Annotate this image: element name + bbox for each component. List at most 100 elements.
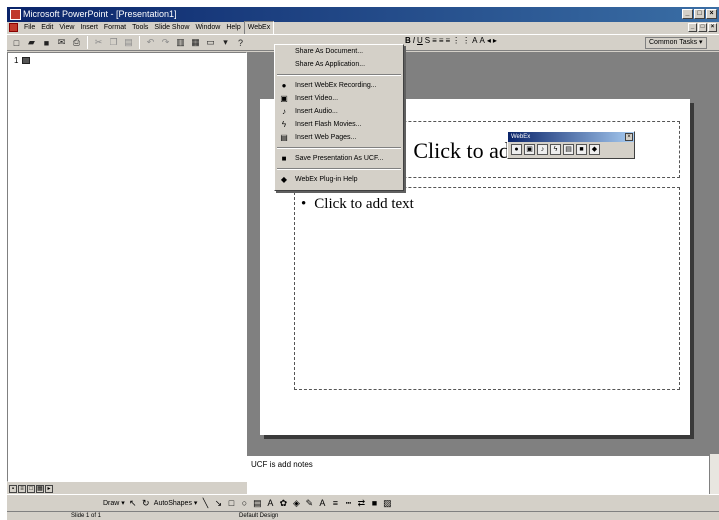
slide-icon[interactable] bbox=[22, 57, 30, 64]
outline-view-icon[interactable]: ≡ bbox=[18, 485, 26, 493]
clipart-icon[interactable]: ✿ bbox=[278, 498, 288, 508]
align-center-icon[interactable]: ≡ bbox=[439, 36, 444, 45]
webex-floating-toolbar[interactable]: WebEx × ● ▣ ♪ ϟ ▤ ■ ◆ bbox=[507, 131, 635, 159]
print-icon[interactable]: ⎙ bbox=[70, 36, 83, 49]
shadow-icon[interactable]: S bbox=[425, 36, 430, 45]
status-bar: Slide 1 of 1 Default Design bbox=[7, 511, 719, 520]
oval-icon[interactable]: ○ bbox=[239, 498, 249, 508]
dash-style-icon[interactable]: ┅ bbox=[343, 498, 353, 508]
menu-format[interactable]: Format bbox=[101, 22, 129, 34]
recording-icon: ● bbox=[281, 81, 287, 90]
paste-icon[interactable]: ▤ bbox=[122, 36, 135, 49]
save-icon[interactable]: ■ bbox=[40, 36, 53, 49]
common-tasks-button[interactable]: Common Tasks ▾ bbox=[645, 37, 707, 49]
table-icon[interactable]: ▦ bbox=[189, 36, 202, 49]
save-icon[interactable]: ■ bbox=[576, 144, 587, 155]
drawing-toolbar: Draw ▾ ↖ ↻ AutoShapes ▾ ╲ ↘ □ ○ ▤ A ✿ ◈ … bbox=[7, 494, 719, 511]
vertical-scrollbar[interactable] bbox=[709, 454, 719, 494]
webex-menu-item[interactable]: Share As Application... bbox=[275, 58, 403, 71]
open-icon[interactable]: ▰ bbox=[25, 36, 38, 49]
numbering-icon[interactable]: ⋮ bbox=[452, 36, 460, 45]
align-right-icon[interactable]: ≡ bbox=[445, 36, 450, 45]
textbox-icon[interactable]: ▤ bbox=[252, 498, 262, 508]
line-icon[interactable]: ╲ bbox=[200, 498, 210, 508]
sorter-view-icon[interactable]: ▦ bbox=[36, 485, 44, 493]
line-color-icon[interactable]: ✎ bbox=[304, 498, 314, 508]
demote-icon[interactable]: ▸ bbox=[493, 36, 497, 45]
underline-icon[interactable]: U bbox=[417, 36, 423, 45]
document-icon[interactable] bbox=[9, 23, 18, 32]
close-button[interactable]: × bbox=[706, 9, 717, 19]
chart-icon[interactable]: ▥ bbox=[174, 36, 187, 49]
notes-pane[interactable]: UCF is add notes bbox=[247, 454, 719, 494]
video-icon[interactable]: ▣ bbox=[524, 144, 535, 155]
copy-icon[interactable]: ❐ bbox=[107, 36, 120, 49]
outline-pane[interactable]: 1 bbox=[7, 52, 247, 482]
new-icon[interactable]: □ bbox=[10, 36, 23, 49]
webex-menu-item-label: Insert WebEx Recording... bbox=[295, 82, 377, 89]
doc-restore-button[interactable]: □ bbox=[698, 23, 707, 32]
menu-insert[interactable]: Insert bbox=[77, 22, 101, 34]
font-color-icon[interactable]: A bbox=[317, 498, 327, 508]
zoom-icon[interactable]: ▭ bbox=[204, 36, 217, 49]
menu-window[interactable]: Window bbox=[192, 22, 223, 34]
rotate-icon[interactable]: ↻ bbox=[141, 498, 151, 508]
italic-icon[interactable]: I bbox=[413, 36, 415, 45]
slideshow-view-icon[interactable]: ▸ bbox=[45, 485, 53, 493]
menu-help[interactable]: Help bbox=[223, 22, 243, 34]
menu-slide-show[interactable]: Slide Show bbox=[151, 22, 192, 34]
menu-file[interactable]: File bbox=[21, 22, 38, 34]
menu-view[interactable]: View bbox=[56, 22, 77, 34]
shadow-style-icon[interactable]: ■ bbox=[369, 498, 379, 508]
webex-menu-item[interactable]: ● Insert WebEx Recording... bbox=[275, 79, 403, 92]
powerpoint-window: Microsoft PowerPoint - [Presentation1] _… bbox=[7, 7, 719, 520]
normal-view-icon[interactable]: ▪ bbox=[9, 485, 17, 493]
increase-font-icon[interactable]: A bbox=[472, 36, 477, 45]
menu-edit[interactable]: Edit bbox=[38, 22, 56, 34]
webex-menu-item[interactable]: ▤ Insert Web Pages... bbox=[275, 131, 403, 144]
web-page-icon[interactable]: ▤ bbox=[563, 144, 574, 155]
status-slide-count: Slide 1 of 1 bbox=[71, 513, 102, 519]
flash-icon[interactable]: ϟ bbox=[550, 144, 561, 155]
bold-icon[interactable]: B bbox=[405, 36, 411, 45]
line-style-icon[interactable]: ≡ bbox=[330, 498, 340, 508]
arrow-style-icon[interactable]: ⇄ bbox=[356, 498, 366, 508]
promote-icon[interactable]: ◂ bbox=[487, 36, 491, 45]
doc-close-button[interactable]: × bbox=[708, 23, 717, 32]
webex-menu-item[interactable]: ♪ Insert Audio... bbox=[275, 105, 403, 118]
cut-icon[interactable]: ✂ bbox=[92, 36, 105, 49]
webex-menu-item[interactable]: ◆ WebEx Plug-in Help bbox=[275, 173, 403, 186]
minimize-button[interactable]: _ bbox=[682, 9, 693, 19]
doc-minimize-button[interactable]: _ bbox=[688, 23, 697, 32]
undo-icon[interactable]: ↶ bbox=[144, 36, 157, 49]
dropdown-arrow-icon[interactable]: ▾ bbox=[219, 36, 232, 49]
help-icon[interactable]: ? bbox=[234, 36, 247, 49]
recording-icon[interactable]: ● bbox=[511, 144, 522, 155]
autoshapes-menu-button[interactable]: AutoShapes ▾ bbox=[154, 499, 198, 507]
body-placeholder[interactable]: • Click to add text bbox=[294, 187, 680, 390]
webex-menu-item[interactable]: ▣ Insert Video... bbox=[275, 92, 403, 105]
redo-icon[interactable]: ↷ bbox=[159, 36, 172, 49]
webex-menu-item[interactable]: ϟ Insert Flash Movies... bbox=[275, 118, 403, 131]
fill-color-icon[interactable]: ◈ bbox=[291, 498, 301, 508]
decrease-font-icon[interactable]: A bbox=[480, 36, 485, 45]
email-icon[interactable]: ✉ bbox=[55, 36, 68, 49]
close-icon[interactable]: × bbox=[625, 133, 633, 141]
align-left-icon[interactable]: ≡ bbox=[432, 36, 437, 45]
draw-menu-button[interactable]: Draw ▾ bbox=[103, 499, 125, 507]
webex-menu-item[interactable]: ■ Save Presentation As UCF... bbox=[275, 152, 403, 165]
arrow-icon[interactable]: ↘ bbox=[213, 498, 223, 508]
audio-icon[interactable]: ♪ bbox=[537, 144, 548, 155]
menu-webex[interactable]: WebEx bbox=[243, 21, 275, 35]
rectangle-icon[interactable]: □ bbox=[226, 498, 236, 508]
menu-tools[interactable]: Tools bbox=[129, 22, 151, 34]
webex-menu-item[interactable]: Share As Document... bbox=[275, 45, 403, 58]
slide-view-icon[interactable]: □ bbox=[27, 485, 35, 493]
select-arrow-icon[interactable]: ↖ bbox=[128, 498, 138, 508]
3d-style-icon[interactable]: ▨ bbox=[382, 498, 392, 508]
wordart-icon[interactable]: A bbox=[265, 498, 275, 508]
webex-toolbar-caption[interactable]: WebEx × bbox=[508, 132, 634, 142]
help-icon[interactable]: ◆ bbox=[589, 144, 600, 155]
maximize-button[interactable]: □ bbox=[694, 9, 705, 19]
bullets-icon[interactable]: ⋮ bbox=[462, 36, 470, 45]
